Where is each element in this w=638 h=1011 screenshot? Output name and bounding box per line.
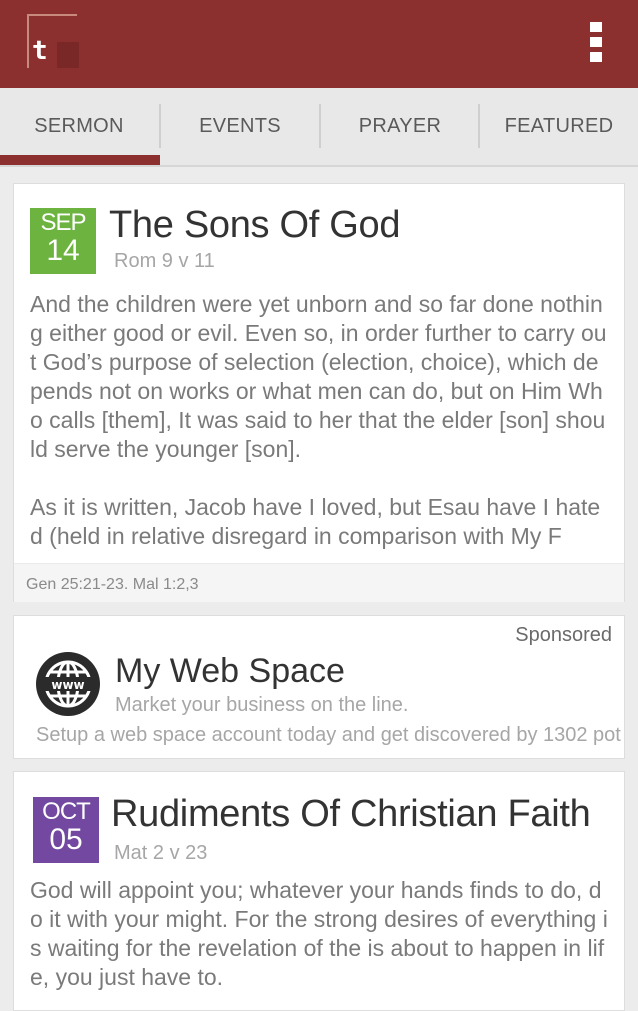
active-tab-indicator: [0, 155, 160, 165]
ad-subtitle: Market your business on the line.: [115, 694, 409, 716]
tab-label: SERMON: [34, 115, 124, 137]
sermon-paragraph: God will appoint you; whatever your hand…: [30, 877, 608, 990]
ad-title: My Web Space: [115, 652, 345, 690]
sermon-paragraph: As it is written, Jacob have I loved, bu…: [30, 494, 601, 549]
tab-label: PRAYER: [358, 115, 442, 137]
sermon-title: Rudiments Of Christian Faith: [111, 793, 591, 835]
sponsored-card[interactable]: Sponsored www My Web Space Market your b…: [13, 615, 625, 759]
tab-featured[interactable]: FEATURED: [480, 88, 638, 165]
sermon-card[interactable]: SEP 14 The Sons Of God Rom 9 v 11 And th…: [13, 183, 625, 602]
tab-label: EVENTS: [199, 115, 281, 137]
sermon-scripture-refs: Gen 25:21-23. Mal 1:2,3: [14, 563, 624, 602]
date-day: 05: [49, 823, 83, 856]
date-day: 14: [46, 234, 80, 267]
overflow-menu-icon[interactable]: [588, 22, 604, 62]
logo-letter: t: [32, 36, 48, 66]
svg-text:www: www: [51, 678, 84, 692]
date-badge: OCT 05: [33, 797, 99, 863]
app-bar: t: [0, 0, 638, 88]
date-month: SEP: [40, 209, 86, 236]
sermon-reference: Mat 2 v 23: [114, 842, 208, 864]
ad-description: Setup a web space account today and get …: [36, 724, 621, 746]
date-badge: SEP 14: [30, 208, 96, 274]
app-logo[interactable]: t: [27, 14, 79, 68]
www-globe-icon: www: [36, 652, 100, 716]
sermon-card[interactable]: OCT 05 Rudiments Of Christian Faith Mat …: [13, 771, 625, 1011]
sermon-paragraph: And the children were yet unborn and so …: [30, 291, 607, 462]
sermon-title: The Sons Of God: [109, 204, 401, 246]
tab-sermon[interactable]: SERMON: [0, 88, 158, 165]
sponsored-label: Sponsored: [515, 624, 612, 646]
sermon-reference: Rom 9 v 11: [114, 250, 215, 272]
tab-events[interactable]: EVENTS: [161, 88, 319, 165]
logo-block: [57, 42, 79, 68]
tab-label: FEATURED: [504, 115, 614, 137]
tab-prayer[interactable]: PRAYER: [321, 88, 479, 165]
date-month: OCT: [42, 798, 91, 825]
